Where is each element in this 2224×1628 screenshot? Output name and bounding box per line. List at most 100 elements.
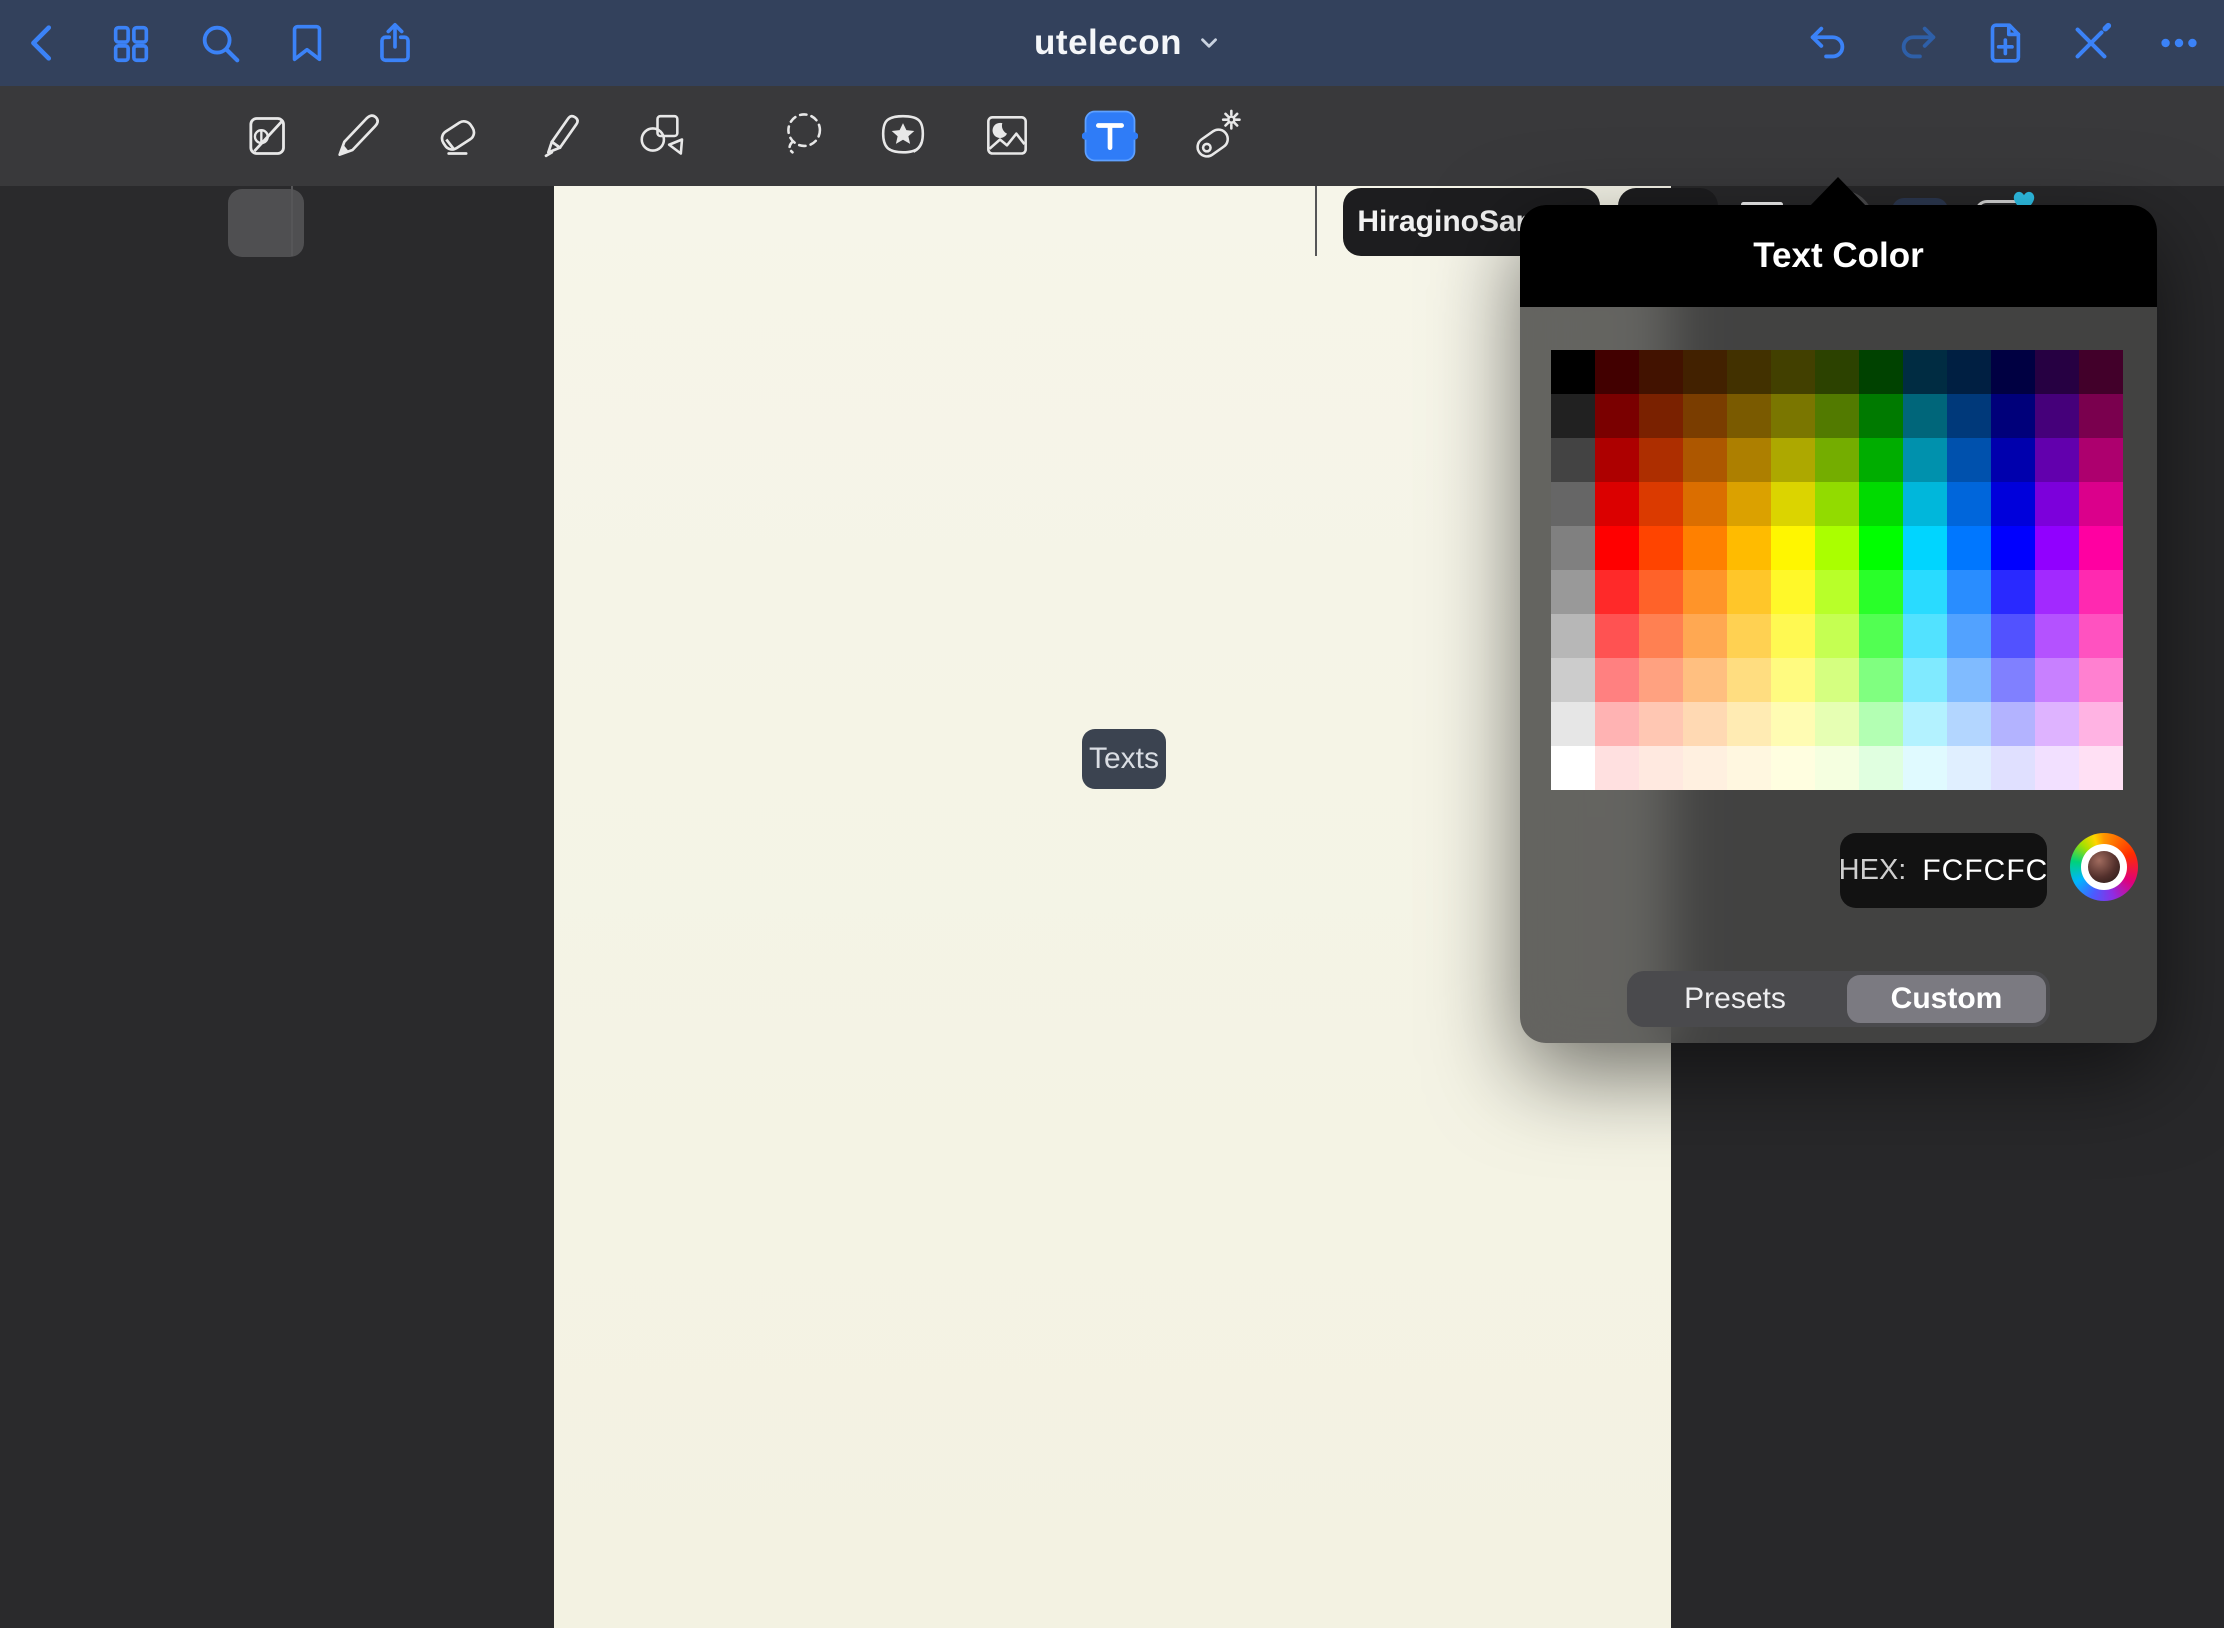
color-swatch-422100[interactable] [1683,350,1727,394]
text-tool-selected[interactable] [1077,103,1143,169]
color-swatch-FF00A1[interactable] [2079,526,2123,570]
color-wheel-button[interactable] [2070,833,2138,901]
color-swatch-FF6229[interactable] [1639,570,1683,614]
color-swatch-AAFF00[interactable] [1815,526,1859,570]
color-swatch-FFFB80[interactable] [1771,658,1815,702]
color-swatch-92DB00[interactable] [1815,482,1859,526]
color-swatch-FFF0E0[interactable] [1683,746,1727,790]
add-page-button[interactable] [1978,17,2030,69]
color-swatch-00007A[interactable] [1991,394,2035,438]
color-swatch-00B7DB[interactable] [1903,482,1947,526]
color-swatch-80EAFF[interactable] [1903,658,1947,702]
color-swatch-29DBFF[interactable] [1903,570,1947,614]
color-swatch-DEB3FF[interactable] [2035,702,2079,746]
color-swatch-FF5252[interactable] [1595,614,1639,658]
color-swatch-423100[interactable] [1727,350,1771,394]
bookmark-button[interactable] [281,17,333,69]
color-swatch-666666[interactable] [1551,482,1595,526]
color-swatch-2C4200[interactable] [1815,350,1859,394]
color-swatch-FFF829[interactable] [1771,570,1815,614]
undo-button[interactable] [1802,17,1854,69]
color-swatch-52FF52[interactable] [1859,614,1903,658]
color-swatch-CCCCCC[interactable] [1551,658,1595,702]
color-swatch-7A3D00[interactable] [1683,394,1727,438]
color-swatch-2929FF[interactable] [1991,570,2035,614]
color-swatch-FF8000[interactable] [1683,526,1727,570]
color-swatch-FFDD80[interactable] [1727,658,1771,702]
color-swatch-434343[interactable] [1551,438,1595,482]
color-swatch-7A7600[interactable] [1771,394,1815,438]
laser-pointer-tool[interactable] [1182,103,1248,169]
color-swatch-FF8080[interactable] [1595,658,1639,702]
color-swatch-FFFEE0[interactable] [1771,746,1815,790]
color-swatch-E0E0FF[interactable] [1991,746,2035,790]
sticker-tool[interactable] [870,103,936,169]
color-swatch-FF2929[interactable] [1595,570,1639,614]
color-swatch-FFB3B3[interactable] [1595,702,1639,746]
color-swatch-80BBFF[interactable] [1947,658,1991,702]
color-swatch-A229FF[interactable] [2035,570,2079,614]
color-swatch-FFF600[interactable] [1771,526,1815,570]
color-swatch-FFFCB3[interactable] [1771,702,1815,746]
redo-button[interactable] [1892,17,1944,69]
color-swatch-AD006E[interactable] [2079,438,2123,482]
color-swatch-B3B3FF[interactable] [1991,702,2035,746]
color-swatch-0000DB[interactable] [1991,482,2035,526]
color-swatch-E0FAFF[interactable] [1903,746,1947,790]
color-swatch-DB0000[interactable] [1595,482,1639,526]
color-swatch-B3FFB3[interactable] [1859,702,1903,746]
color-swatch-80FF80[interactable] [1859,658,1903,702]
color-swatch-FFA180[interactable] [1639,658,1683,702]
color-swatch-001F42[interactable] [1947,350,1991,394]
eraser-tool[interactable] [425,103,491,169]
color-swatch-7A2100[interactable] [1639,394,1683,438]
color-swatch-FFD9B3[interactable] [1683,702,1727,746]
color-swatch-FF80D0[interactable] [2079,658,2123,702]
color-swatch-FF9429[interactable] [1683,570,1727,614]
color-swatch-42002A[interactable] [2079,350,2123,394]
color-swatch-0091AD[interactable] [1903,438,1947,482]
share-button[interactable] [369,17,421,69]
color-swatch-0000AD[interactable] [1991,438,2035,482]
color-swatch-999999[interactable] [1551,570,1595,614]
color-swatch-00D5FF[interactable] [1903,526,1947,570]
color-swatch-004200[interactable] [1859,350,1903,394]
color-swatch-FFF7E0[interactable] [1727,746,1771,790]
search-button[interactable] [194,17,246,69]
color-swatch-5252FF[interactable] [1991,614,2035,658]
color-swatch-E0EFFF[interactable] [1947,746,1991,790]
color-swatch-00AD00[interactable] [1859,438,1903,482]
note-page[interactable] [554,186,1671,1628]
color-swatch-DBA100[interactable] [1727,482,1771,526]
lasso-tool[interactable] [770,103,836,169]
color-swatch-FFE0F4[interactable] [2079,746,2123,790]
color-swatch-7A0000[interactable] [1595,394,1639,438]
reading-mode-button[interactable] [233,103,299,169]
color-swatch-FFE9E0[interactable] [1639,746,1683,790]
color-swatch-FFA852[interactable] [1683,614,1727,658]
color-swatch-B3D6FF[interactable] [1947,702,1991,746]
thumbnails-button[interactable] [105,17,157,69]
color-swatch-FF52C0[interactable] [2079,614,2123,658]
color-swatch-F2E0FF[interactable] [2035,746,2079,790]
color-swatch-FFE0E0[interactable] [1595,746,1639,790]
color-swatch-B452FF[interactable] [2035,614,2079,658]
color-swatch-FF4400[interactable] [1639,526,1683,570]
color-swatch-FFBF80[interactable] [1683,658,1727,702]
color-swatch-6200AD[interactable] [2035,438,2079,482]
color-swatch-420000[interactable] [1595,350,1639,394]
color-swatch-FF29B0[interactable] [2079,570,2123,614]
color-swatch-00667A[interactable] [1903,394,1947,438]
color-swatch-7A5A00[interactable] [1727,394,1771,438]
image-tool[interactable] [974,103,1040,169]
color-swatch-B7B7B7[interactable] [1551,614,1595,658]
color-swatch-AD5700[interactable] [1683,438,1727,482]
color-swatch-AD7F00[interactable] [1727,438,1771,482]
color-swatch-000042[interactable] [1991,350,2035,394]
color-swatch-DB3A00[interactable] [1639,482,1683,526]
color-swatch-0066DB[interactable] [1947,482,1991,526]
color-swatch-7A004E[interactable] [2079,394,2123,438]
color-swatch-002C42[interactable] [1903,350,1947,394]
color-swatch-FFD152[interactable] [1727,614,1771,658]
color-swatch-ADA800[interactable] [1771,438,1815,482]
